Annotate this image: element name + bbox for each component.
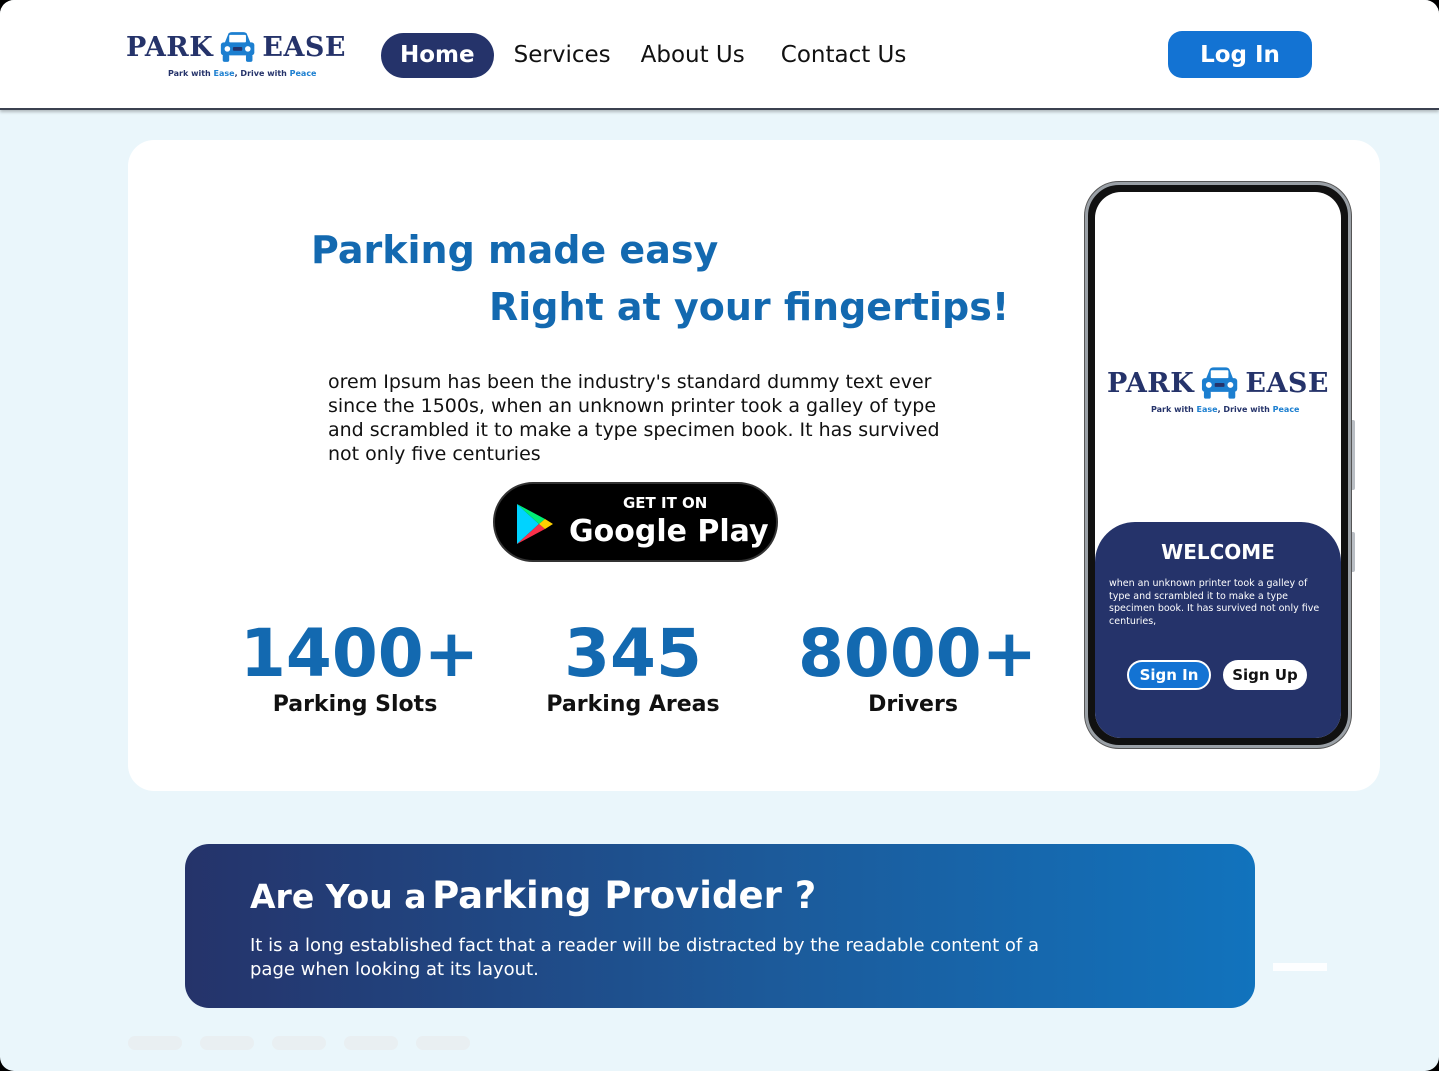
instagram-icon[interactable] [200, 1036, 254, 1050]
page: PARK EASE Park with Ease, Drive with Pea… [0, 0, 1439, 1071]
phone-welcome-text: when an unknown printer took a galley of… [1109, 578, 1320, 627]
nav-home[interactable]: Home [381, 33, 494, 78]
google-play-icon [517, 504, 553, 544]
faded-element [1273, 963, 1327, 971]
hero-description: orem Ipsum has been the industry's stand… [328, 371, 940, 465]
site-header: PARK EASE Park with Ease, Drive with Pea… [0, 0, 1439, 110]
stat-label: Drivers [868, 692, 958, 717]
car-icon [1202, 367, 1238, 399]
phone-welcome-panel: WELCOME when an unknown printer took a g… [1095, 522, 1341, 738]
phone-mockup: PARK EASE Park with Ease, Drive with Pea… [1085, 182, 1351, 748]
main-nav: Home Services About Us Contact Us [381, 33, 906, 78]
phone-sign-up-button[interactable]: Sign Up [1223, 660, 1307, 690]
stat-parking-slots: 1400+ Parking Slots [240, 615, 479, 718]
nav-about-us[interactable]: About Us [625, 33, 761, 78]
stat-drivers: 8000+ Drivers [798, 615, 1037, 718]
phone-welcome-title: WELCOME [1161, 540, 1275, 564]
logo-word-ease: EASE [262, 31, 346, 63]
google-play-small-label: GET IT ON [623, 494, 708, 512]
google-play-button[interactable]: GET IT ON Google Play [493, 482, 778, 562]
hero-headline-2: Right at your fingertips! [489, 285, 1010, 329]
provider-title: Are You a Parking Provider ? [250, 874, 817, 917]
linkedin-icon[interactable] [344, 1036, 398, 1050]
twitter-icon[interactable] [272, 1036, 326, 1050]
stat-value: 345 [564, 615, 702, 692]
logo[interactable]: PARK EASE Park with Ease, Drive with Pea… [126, 28, 346, 84]
logo-word-park: PARK [1107, 367, 1195, 399]
nav-contact-us[interactable]: Contact Us [761, 33, 907, 78]
logo-tagline: Park with Ease, Drive with Peace [1151, 405, 1300, 414]
stat-value: 8000+ [798, 615, 1037, 692]
phone-logo: PARK EASE Park with Ease, Drive with Pea… [1107, 364, 1329, 414]
login-button[interactable]: Log In [1168, 31, 1312, 78]
phone-screen: PARK EASE Park with Ease, Drive with Pea… [1095, 192, 1341, 738]
provider-banner: Are You a Parking Provider ? It is a lon… [185, 844, 1255, 1008]
logo-tagline: Park with Ease, Drive with Peace [168, 69, 317, 78]
hero-card: Parking made easy Right at your fingerti… [128, 140, 1380, 791]
stat-parking-areas: 345 Parking Areas [518, 615, 748, 718]
logo-word-ease: EASE [1245, 367, 1329, 399]
nav-services[interactable]: Services [500, 33, 625, 78]
youtube-icon[interactable] [416, 1036, 470, 1050]
car-icon [221, 32, 255, 62]
facebook-icon[interactable] [128, 1036, 182, 1050]
stat-label: Parking Slots [272, 692, 438, 717]
phone-sign-in-button[interactable]: Sign In [1127, 660, 1211, 690]
logo-word-park: PARK [126, 31, 214, 63]
stat-label: Parking Areas [546, 692, 720, 717]
hero-headline-1: Parking made easy [311, 228, 719, 272]
google-play-big-label: Google Play [569, 514, 769, 549]
social-links [128, 1036, 470, 1050]
stat-value: 1400+ [240, 615, 479, 692]
provider-description: It is a long established fact that a rea… [250, 935, 1040, 980]
